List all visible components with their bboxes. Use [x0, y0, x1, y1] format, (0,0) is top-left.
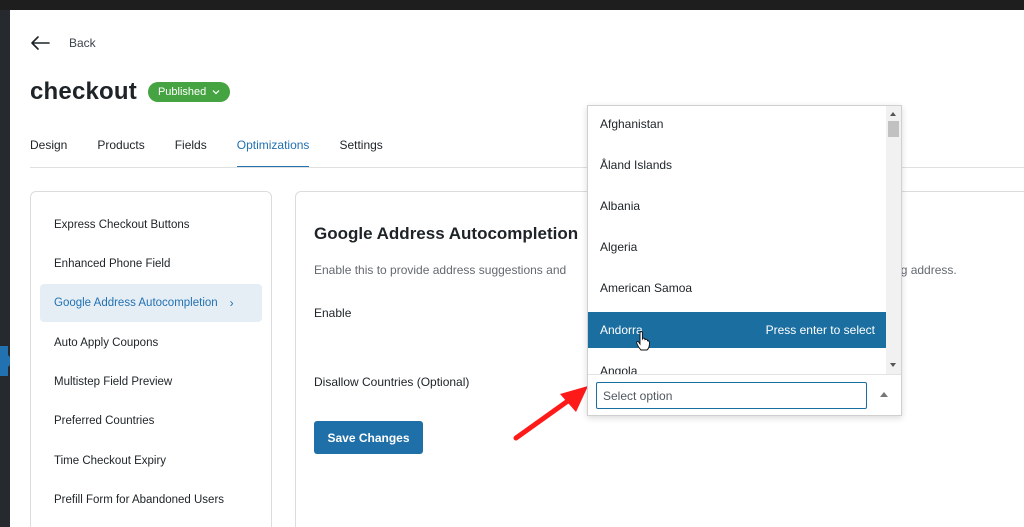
scroll-down-icon[interactable] [890, 363, 896, 367]
sidebar-item-time-checkout-expiry[interactable]: Time Checkout Expiry [40, 442, 262, 480]
country-option[interactable]: Albania [588, 188, 886, 224]
sidebar-item-auto-apply-coupons[interactable]: Auto Apply Coupons [40, 324, 262, 362]
country-option[interactable]: American Samoa [588, 270, 886, 306]
tab-products[interactable]: Products [97, 138, 144, 168]
chevron-down-icon [212, 90, 220, 95]
country-option[interactable]: Åland Islands [588, 147, 886, 183]
sidebar-item-preferred-countries[interactable]: Preferred Countries [40, 402, 262, 440]
status-label: Published [157, 86, 207, 98]
hand-pointer-icon [636, 331, 650, 351]
save-changes-button[interactable]: Save Changes [314, 421, 423, 454]
sidebar-item-label: Prefill Form for Abandoned Users [54, 494, 225, 506]
country-search-input[interactable] [596, 382, 867, 409]
dropdown-scrollbar[interactable] [886, 106, 901, 374]
collapse-tab[interactable] [0, 346, 14, 376]
sidebar-item-label: Preferred Countries [54, 415, 155, 427]
admin-sidebar-strip [0, 10, 10, 527]
option-label: Angola [600, 364, 638, 374]
sidebar-item-label: Enhanced Phone Field [54, 258, 171, 270]
sidebar-item-label: Multistep Field Preview [54, 376, 173, 388]
sidebar-item-express-checkout[interactable]: Express Checkout Buttons [40, 206, 262, 244]
back-link[interactable]: Back [30, 35, 96, 51]
tab-optimizations[interactable]: Optimizations [236, 138, 309, 168]
sidebar-item-label: Time Checkout Expiry [54, 455, 167, 467]
dropdown-search [588, 374, 901, 415]
caret-up-icon[interactable] [880, 392, 888, 397]
status-badge[interactable]: Published [147, 82, 231, 102]
panel-title: Google Address Autocompletion [314, 224, 579, 243]
tab-settings[interactable]: Settings [339, 138, 382, 168]
top-bar [0, 0, 1024, 10]
panel-description: Enable this to provide address suggestio… [314, 263, 567, 277]
disallow-countries-label: Disallow Countries (Optional) [314, 375, 470, 389]
option-label: Afghanistan [600, 117, 664, 131]
select-hint: Press enter to select [765, 323, 875, 337]
main-content: Back checkout Published Design Products … [10, 10, 1024, 527]
country-option[interactable]: Afghanistan [588, 106, 886, 142]
tab-design[interactable]: Design [30, 138, 67, 168]
country-option-highlighted[interactable]: Andorra Press enter to select [588, 312, 886, 348]
enable-label: Enable [314, 306, 352, 320]
sidebar-item-label: Google Address Autocompletion [54, 297, 218, 309]
country-option[interactable]: Angola [588, 353, 886, 374]
country-dropdown: Afghanistan Åland Islands Albania Algeri… [587, 105, 902, 416]
optimizations-sidebar: Express Checkout Buttons Enhanced Phone … [30, 191, 272, 527]
back-label: Back [69, 36, 96, 50]
page-title: checkout [30, 78, 137, 105]
sidebar-item-google-autocompletion[interactable]: Google Address Autocompletion › [40, 284, 262, 322]
sidebar-item-enhanced-phone[interactable]: Enhanced Phone Field [40, 245, 262, 283]
title-row: checkout Published [30, 78, 231, 106]
option-label: Åland Islands [600, 158, 673, 172]
scroll-up-icon[interactable] [890, 112, 896, 116]
tab-fields[interactable]: Fields [175, 138, 207, 168]
option-label: Algeria [600, 240, 638, 254]
sidebar-item-label: Auto Apply Coupons [54, 337, 159, 349]
country-option[interactable]: Algeria [588, 229, 886, 265]
scrollbar-thumb[interactable] [888, 121, 899, 137]
arrow-left-icon [31, 36, 50, 50]
chevron-right-icon: › [229, 296, 234, 310]
sidebar-item-prefill-form[interactable]: Prefill Form for Abandoned Users [40, 481, 262, 519]
sidebar-item-multistep-preview[interactable]: Multistep Field Preview [40, 363, 262, 401]
country-option-list: Afghanistan Åland Islands Albania Algeri… [588, 106, 886, 374]
sidebar-item-label: Express Checkout Buttons [54, 219, 190, 231]
option-label: Albania [600, 199, 641, 213]
option-label: American Samoa [600, 281, 693, 295]
tab-bar: Design Products Fields Optimizations Set… [30, 138, 413, 168]
